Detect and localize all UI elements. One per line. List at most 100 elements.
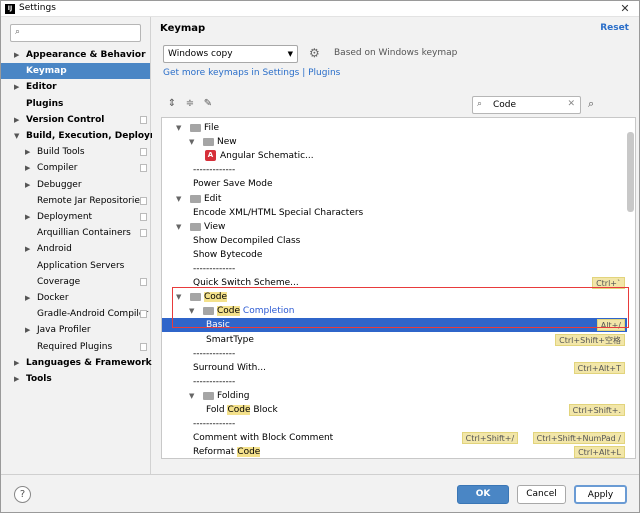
- chevron-down-icon[interactable]: ▼: [176, 220, 181, 234]
- project-level-icon: [140, 310, 147, 319]
- tree-action-row[interactable]: Power Save Mode: [162, 177, 627, 191]
- chevron-right-icon[interactable]: ▶: [14, 371, 19, 387]
- sidebar-item[interactable]: ▶ Appearance & Behavior: [1, 47, 150, 63]
- tree-action-row[interactable]: Reformat Code Ctrl+Alt+L: [162, 445, 627, 458]
- tree-group-row[interactable]: ▼ File: [162, 121, 627, 135]
- tree-row-label: Reformat Code: [193, 445, 261, 458]
- clear-icon[interactable]: ✕: [567, 99, 575, 109]
- window-title: Settings: [19, 3, 56, 13]
- chevron-right-icon[interactable]: ▶: [25, 177, 30, 193]
- tree-action-row[interactable]: Comment with Block Comment Ctrl+Shift+Num…: [162, 431, 627, 445]
- dialog-button-bar: ? OK Cancel Apply: [1, 474, 639, 512]
- folder-icon: [203, 391, 214, 400]
- keymap-find-box[interactable]: ⌕ ✕: [472, 96, 581, 114]
- gear-icon[interactable]: ⚙: [309, 46, 320, 60]
- chevron-down-icon[interactable]: ▼: [189, 135, 194, 149]
- tree-row-label: -------------: [193, 375, 235, 389]
- cancel-button[interactable]: Cancel: [517, 485, 566, 504]
- keymap-find-input[interactable]: [493, 98, 563, 112]
- chevron-right-icon[interactable]: ▶: [14, 47, 19, 63]
- sidebar-item[interactable]: Coverage: [1, 274, 150, 290]
- title-bar: IJ Settings ✕: [1, 1, 639, 17]
- tree-action-row[interactable]: A Angular Schematic...: [162, 149, 627, 163]
- chevron-right-icon[interactable]: ▶: [25, 209, 30, 225]
- chevron-right-icon[interactable]: ▶: [14, 79, 19, 95]
- sidebar-item-label: Debugger: [37, 179, 82, 190]
- tree-action-row[interactable]: Encode XML/HTML Special Characters: [162, 206, 627, 220]
- find-by-shortcut-icon[interactable]: ⌕: [588, 97, 594, 111]
- sidebar-item[interactable]: ▶ Debugger: [1, 177, 150, 193]
- based-on-label: Based on Windows keymap: [334, 48, 458, 58]
- sidebar-item[interactable]: Keymap: [1, 63, 150, 80]
- folder-icon: [190, 194, 201, 203]
- chevron-down-icon[interactable]: ▼: [189, 389, 194, 403]
- sidebar-item[interactable]: ▶ Languages & Frameworks: [1, 355, 157, 371]
- chevron-right-icon[interactable]: ▶: [25, 290, 30, 306]
- sidebar-item-label: Tools: [26, 374, 52, 384]
- sidebar-item[interactable]: Application Servers: [1, 258, 150, 274]
- tree-action-row[interactable]: -------------: [162, 417, 627, 431]
- get-more-keymaps-link[interactable]: Get more keymaps in Settings | Plugins: [163, 68, 340, 78]
- tree-action-row[interactable]: SmartType Ctrl+Shift+空格: [162, 333, 627, 347]
- tree-action-row[interactable]: -------------: [162, 347, 627, 361]
- tree-action-row[interactable]: Show Decompiled Class: [162, 234, 627, 248]
- sidebar-item[interactable]: Gradle-Android Compiler: [1, 306, 150, 322]
- sidebar-item[interactable]: ▶ Docker: [1, 290, 150, 306]
- sidebar-item[interactable]: ▶ Android: [1, 241, 150, 257]
- search-icon: ⌕: [15, 27, 21, 37]
- sidebar-item[interactable]: ▶ Version Control: [1, 112, 150, 128]
- chevron-down-icon[interactable]: ▼: [176, 121, 181, 135]
- tree-scrollbar[interactable]: [627, 132, 634, 212]
- tree-group-row[interactable]: ▼ Folding: [162, 389, 627, 403]
- chevron-down-icon: ▼: [287, 50, 293, 58]
- tree-row-label: Angular Schematic...: [220, 149, 314, 163]
- settings-window: IJ Settings ✕ ⌕ ▶ Appearance & Behavior Ke…: [0, 0, 640, 513]
- reset-link[interactable]: Reset: [600, 23, 629, 33]
- expand-all-icon[interactable]: ⇕: [165, 97, 179, 111]
- tree-action-row[interactable]: Show Bytecode: [162, 248, 627, 262]
- sidebar-item[interactable]: ▶ Compiler: [1, 160, 150, 176]
- tree-group-row[interactable]: ▼ New: [162, 135, 627, 149]
- sidebar-item[interactable]: ▶ Editor: [1, 79, 150, 95]
- sidebar-item[interactable]: ▶ Deployment: [1, 209, 150, 225]
- label-part: Show Bytecode: [193, 249, 263, 260]
- tree-row-label: View: [204, 220, 225, 234]
- tree-action-row[interactable]: -------------: [162, 262, 627, 276]
- chevron-right-icon[interactable]: ▶: [25, 241, 30, 257]
- chevron-down-icon[interactable]: ▼: [176, 192, 181, 206]
- help-button[interactable]: ?: [14, 486, 31, 503]
- chevron-down-icon[interactable]: ▼: [14, 128, 19, 144]
- sidebar-item[interactable]: Plugins: [1, 96, 150, 112]
- tree-group-row[interactable]: ▼ View: [162, 220, 627, 234]
- sidebar-item[interactable]: ▶ Build Tools: [1, 144, 150, 160]
- chevron-right-icon[interactable]: ▶: [14, 112, 19, 128]
- ok-button[interactable]: OK: [457, 485, 509, 504]
- tree-action-row[interactable]: -------------: [162, 163, 627, 177]
- tree-action-row[interactable]: -------------: [162, 375, 627, 389]
- chevron-right-icon[interactable]: ▶: [25, 144, 30, 160]
- sidebar-item[interactable]: ▶ Java Profiler: [1, 322, 150, 338]
- sidebar-item[interactable]: Required Plugins: [1, 339, 150, 355]
- sidebar-item[interactable]: ▶ Tools: [1, 371, 150, 387]
- sidebar-item[interactable]: Arquillian Containers: [1, 225, 150, 241]
- tree-action-row[interactable]: Surround With... Ctrl+Alt+T: [162, 361, 627, 375]
- chevron-right-icon[interactable]: ▶: [14, 355, 19, 371]
- settings-search-input[interactable]: [27, 26, 137, 40]
- settings-search-box[interactable]: ⌕: [10, 24, 141, 42]
- label-part: Edit: [204, 193, 222, 204]
- sidebar-item[interactable]: ▼ Build, Execution, Deployment: [1, 128, 176, 144]
- search-match: Code: [227, 405, 251, 415]
- sidebar-item[interactable]: Remote Jar Repositories: [1, 193, 150, 209]
- chevron-right-icon[interactable]: ▶: [25, 322, 30, 338]
- apply-button[interactable]: Apply: [574, 485, 627, 504]
- tree-group-row[interactable]: ▼ Edit: [162, 192, 627, 206]
- sidebar-item-label: Appearance & Behavior: [26, 50, 146, 60]
- collapse-all-icon[interactable]: ≑: [183, 97, 197, 111]
- sidebar-item-label: Compiler: [37, 163, 78, 174]
- close-button[interactable]: ✕: [615, 1, 635, 16]
- angular-icon: A: [205, 150, 216, 162]
- chevron-right-icon[interactable]: ▶: [25, 160, 30, 176]
- keymap-select[interactable]: Windows copy ▼: [163, 45, 298, 63]
- tree-action-row[interactable]: Fold Code Block Ctrl+Shift+.: [162, 403, 627, 417]
- edit-pencil-icon[interactable]: ✎: [201, 97, 215, 111]
